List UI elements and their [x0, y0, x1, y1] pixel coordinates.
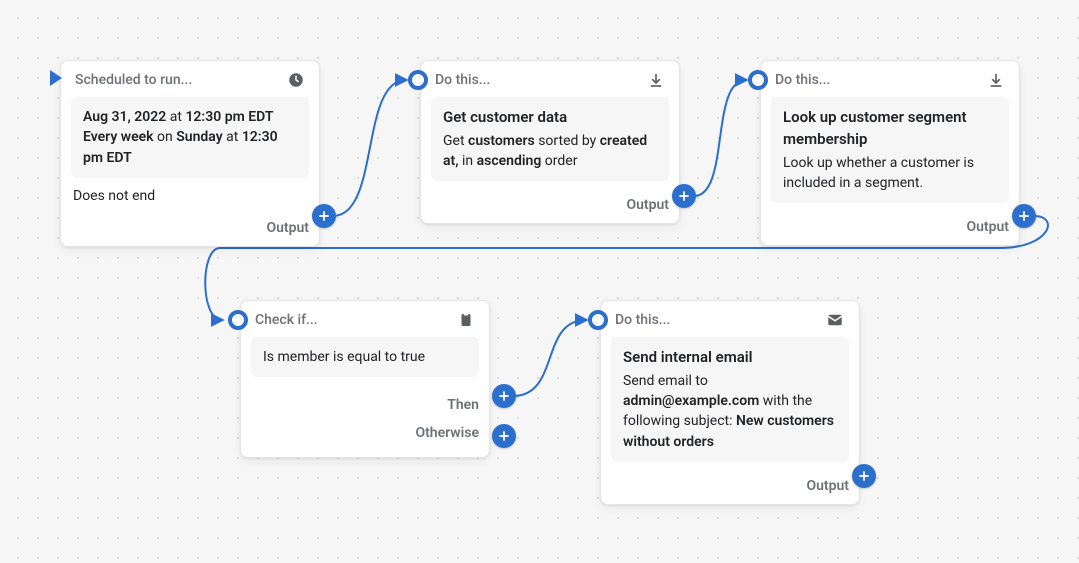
header-label: Do this... [435, 72, 490, 88]
schedule-date: Aug 31, 2022 [83, 109, 166, 125]
card-header: Do this... [761, 61, 1019, 97]
schedule-every: Every week [83, 129, 154, 145]
add-step-button[interactable] [1012, 204, 1036, 228]
card-header: Check if... [241, 301, 489, 337]
add-step-button[interactable] [852, 464, 876, 488]
getdata-card[interactable]: Do this... Get customer data Get custome… [420, 60, 680, 224]
schedule-card[interactable]: Scheduled to run... Aug 31, 2022 at 12:3… [60, 60, 320, 247]
output-label: Output [966, 219, 1009, 235]
card-title: Look up customer segment membership [783, 107, 997, 151]
start-indicator [50, 70, 62, 86]
add-step-button[interactable] [312, 204, 336, 228]
add-otherwise-button[interactable] [492, 424, 516, 448]
card-title: Get customer data [443, 107, 657, 129]
card-header: Scheduled to run... [61, 61, 319, 97]
add-step-button[interactable] [672, 184, 696, 208]
output-label: Output [806, 478, 849, 494]
card-header: Do this... [421, 61, 679, 97]
add-then-button[interactable] [492, 384, 516, 408]
card-body: Aug 31, 2022 at 12:30 pm EDT Every week … [71, 97, 309, 178]
output-label: Output [266, 220, 309, 236]
schedule-noend: Does not end [61, 188, 319, 214]
node-port[interactable] [748, 70, 768, 90]
schedule-day: Sunday [176, 129, 222, 145]
header-label: Check if... [255, 312, 318, 328]
condition-body: Is member is equal to true [251, 337, 479, 377]
card-footer: Output [421, 191, 679, 223]
card-footer: Output [61, 214, 319, 246]
checkif-card[interactable]: Check if... Is member is equal to true T… [240, 300, 490, 458]
output-label: Output [626, 197, 669, 213]
node-port[interactable] [228, 310, 248, 330]
card-body: Look up customer segment membership Look… [771, 97, 1009, 203]
card-body: Get customer data Get customers sorted b… [431, 97, 669, 181]
card-title: Send internal email [623, 347, 837, 369]
card-desc: Look up whether a customer is included i… [783, 155, 974, 191]
mail-icon [825, 311, 845, 329]
header-label: Do this... [615, 312, 670, 328]
header-label: Do this... [775, 72, 830, 88]
card-footer: Output [601, 472, 859, 504]
download-icon [987, 71, 1005, 89]
card-body: Send internal email Send email to admin@… [611, 337, 849, 462]
otherwise-branch: Otherwise [251, 419, 479, 447]
header-label: Scheduled to run... [75, 72, 192, 88]
then-branch: Then [251, 391, 479, 419]
card-header: Do this... [601, 301, 859, 337]
clipboard-icon [457, 311, 475, 329]
card-footer: Output [761, 213, 1019, 245]
email-address: admin@example.com [623, 393, 759, 409]
node-port[interactable] [588, 310, 608, 330]
schedule-time1: 12:30 pm EDT [185, 109, 273, 125]
download-icon [647, 71, 665, 89]
node-port[interactable] [408, 70, 428, 90]
clock-icon [287, 71, 305, 89]
email-card[interactable]: Do this... Send internal email Send emai… [600, 300, 860, 505]
lookup-card[interactable]: Do this... Look up customer segment memb… [760, 60, 1020, 246]
